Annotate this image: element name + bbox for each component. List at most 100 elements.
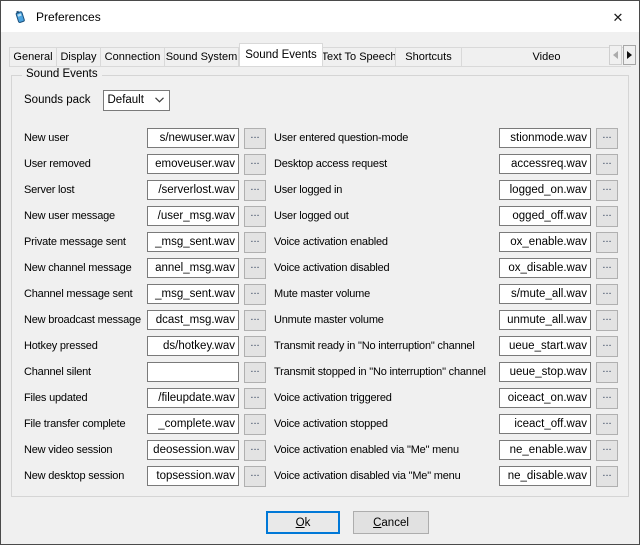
tab-connection[interactable]: Connection: [101, 47, 165, 67]
sound-event-row: New desktop session ...: [24, 463, 268, 489]
browse-button[interactable]: ...: [596, 154, 618, 175]
sound-event-row: Mute master volume ...: [274, 281, 620, 307]
sound-file-input[interactable]: [147, 414, 239, 434]
sound-file-input[interactable]: [147, 362, 239, 382]
sound-event-label: Files updated: [24, 392, 147, 404]
sound-file-input[interactable]: [147, 206, 239, 226]
sound-file-input[interactable]: [499, 466, 591, 486]
sound-file-input[interactable]: [147, 284, 239, 304]
browse-button[interactable]: ...: [244, 232, 266, 253]
sound-event-label: Server lost: [24, 184, 147, 196]
tab-text-to-speech[interactable]: Text To Speech: [323, 47, 396, 67]
browse-button[interactable]: ...: [596, 284, 618, 305]
sound-file-input[interactable]: [147, 310, 239, 330]
browse-button[interactable]: ...: [244, 284, 266, 305]
sound-file-input[interactable]: [499, 440, 591, 460]
browse-button[interactable]: ...: [244, 440, 266, 461]
sound-event-row: Voice activation disabled ...: [274, 255, 620, 281]
sound-event-label: New desktop session: [24, 470, 147, 482]
sound-file-input[interactable]: [499, 310, 591, 330]
sound-event-label: Voice activation disabled: [274, 262, 499, 274]
sound-file-input[interactable]: [147, 388, 239, 408]
browse-button[interactable]: ...: [596, 388, 618, 409]
sound-event-row: Transmit stopped in "No interruption" ch…: [274, 359, 620, 385]
sounds-pack-row: Sounds pack Default: [24, 89, 170, 111]
sound-event-row: Voice activation triggered ...: [274, 385, 620, 411]
sound-event-row: New channel message ...: [24, 255, 268, 281]
sound-event-label: Unmute master volume: [274, 314, 499, 326]
sound-file-input[interactable]: [499, 154, 591, 174]
app-icon: [12, 9, 28, 25]
sound-event-label: Desktop access request: [274, 158, 499, 170]
browse-button[interactable]: ...: [244, 258, 266, 279]
ok-button[interactable]: Ok: [266, 511, 340, 534]
chevron-left-icon: [613, 51, 618, 59]
sound-event-row: User logged in ...: [274, 177, 620, 203]
browse-button[interactable]: ...: [596, 180, 618, 201]
sound-event-row: Voice activation enabled ...: [274, 229, 620, 255]
sound-file-input[interactable]: [499, 258, 591, 278]
sound-event-row: User entered question-mode ...: [274, 125, 620, 151]
browse-button[interactable]: ...: [244, 388, 266, 409]
sounds-pack-select[interactable]: Default: [103, 90, 170, 111]
sound-file-input[interactable]: [499, 232, 591, 252]
browse-button[interactable]: ...: [244, 414, 266, 435]
sound-file-input[interactable]: [147, 440, 239, 460]
browse-button[interactable]: ...: [596, 258, 618, 279]
browse-button[interactable]: ...: [244, 154, 266, 175]
cancel-button[interactable]: Cancel: [353, 511, 429, 534]
tab-video[interactable]: Video: [462, 47, 631, 67]
browse-button[interactable]: ...: [244, 466, 266, 487]
browse-button[interactable]: ...: [244, 180, 266, 201]
close-button[interactable]: ✕: [603, 5, 633, 29]
sound-event-label: Voice activation enabled: [274, 236, 499, 248]
sound-file-input[interactable]: [147, 154, 239, 174]
sound-event-label: New user message: [24, 210, 147, 222]
sound-file-input[interactable]: [499, 414, 591, 434]
browse-button[interactable]: ...: [244, 362, 266, 383]
sound-file-input[interactable]: [147, 232, 239, 252]
sound-event-label: New video session: [24, 444, 147, 456]
tab-shortcuts[interactable]: Shortcuts: [396, 47, 462, 67]
sound-file-input[interactable]: [499, 206, 591, 226]
browse-button[interactable]: ...: [596, 414, 618, 435]
sound-file-input[interactable]: [147, 180, 239, 200]
browse-button[interactable]: ...: [596, 362, 618, 383]
sound-event-row: User removed ...: [24, 151, 268, 177]
browse-button[interactable]: ...: [596, 310, 618, 331]
sound-file-input[interactable]: [147, 128, 239, 148]
sound-event-row: New broadcast message ...: [24, 307, 268, 333]
tab-sound-system[interactable]: Sound System: [165, 47, 239, 67]
sound-file-input[interactable]: [499, 128, 591, 148]
tab-sound-events[interactable]: Sound Events: [239, 43, 323, 67]
sound-file-input[interactable]: [499, 362, 591, 382]
sound-file-input[interactable]: [147, 258, 239, 278]
browse-button[interactable]: ...: [596, 440, 618, 461]
close-icon: ✕: [613, 11, 624, 24]
sound-file-input[interactable]: [499, 284, 591, 304]
sound-file-input[interactable]: [499, 180, 591, 200]
browse-button[interactable]: ...: [244, 206, 266, 227]
sound-event-label: Hotkey pressed: [24, 340, 147, 352]
sound-event-row: Files updated ...: [24, 385, 268, 411]
browse-button[interactable]: ...: [596, 466, 618, 487]
sound-event-row: Voice activation enabled via "Me" menu .…: [274, 437, 620, 463]
tab-general[interactable]: General: [9, 47, 57, 67]
tab-scroll-right-button[interactable]: [623, 45, 636, 65]
sound-file-input[interactable]: [147, 336, 239, 356]
browse-button[interactable]: ...: [596, 232, 618, 253]
sound-events-left-column: New user ... User removed ... Server los…: [24, 125, 268, 489]
sound-event-row: User logged out ...: [274, 203, 620, 229]
sound-file-input[interactable]: [499, 388, 591, 408]
browse-button[interactable]: ...: [244, 128, 266, 149]
browse-button[interactable]: ...: [596, 128, 618, 149]
browse-button[interactable]: ...: [244, 310, 266, 331]
sound-file-input[interactable]: [499, 336, 591, 356]
browse-button[interactable]: ...: [244, 336, 266, 357]
browse-button[interactable]: ...: [596, 336, 618, 357]
tab-display[interactable]: Display: [57, 47, 101, 67]
browse-button[interactable]: ...: [596, 206, 618, 227]
sound-file-input[interactable]: [147, 466, 239, 486]
tab-scroll-left-button[interactable]: [609, 45, 622, 65]
sound-event-row: Voice activation stopped ...: [274, 411, 620, 437]
